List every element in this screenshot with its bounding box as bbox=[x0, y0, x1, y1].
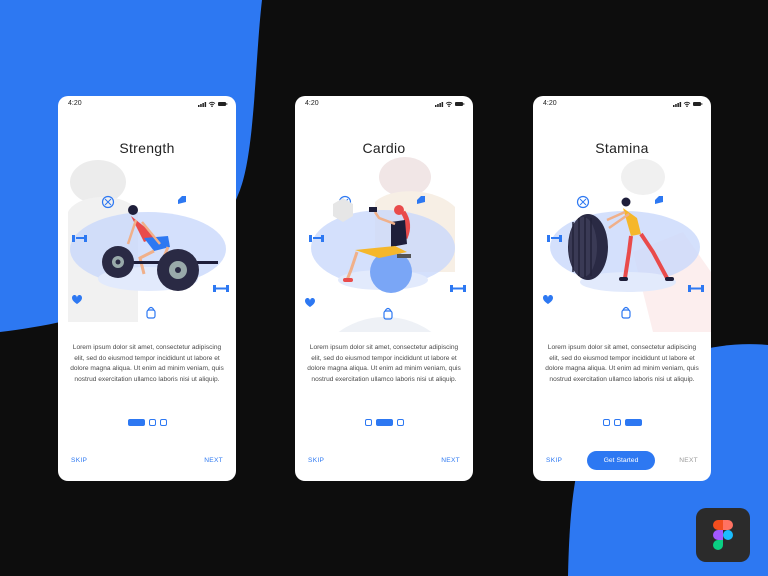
battery-icon bbox=[693, 102, 703, 106]
onboarding-screen-strength: 4:20 Strength Lorem ipsum dolor sit amet… bbox=[58, 96, 236, 481]
figma-logo-badge bbox=[696, 508, 750, 562]
get-started-button[interactable]: Get Started bbox=[587, 451, 655, 470]
page-dot-3[interactable] bbox=[624, 418, 642, 426]
page-dot-1[interactable] bbox=[602, 418, 610, 426]
page-dot-2[interactable] bbox=[148, 418, 156, 426]
heart-icon bbox=[543, 295, 553, 304]
next-button[interactable]: NEXT bbox=[679, 457, 698, 464]
signal-icon bbox=[673, 102, 682, 107]
page-dot-1[interactable] bbox=[364, 418, 372, 426]
dumbbell-icon bbox=[213, 285, 229, 292]
battery-icon bbox=[218, 102, 228, 106]
battery-icon bbox=[455, 102, 465, 106]
screen-description: Lorem ipsum dolor sit amet, consectetur … bbox=[545, 344, 699, 383]
status-bar: 4:20 bbox=[295, 96, 473, 112]
page-dot-3[interactable] bbox=[159, 418, 167, 426]
page-indicator bbox=[533, 417, 711, 427]
status-bar: 4:20 bbox=[533, 96, 711, 112]
status-bar: 4:20 bbox=[58, 96, 236, 112]
stamina-illustration bbox=[543, 159, 711, 332]
status-time: 4:20 bbox=[68, 100, 82, 107]
dumbbell-icon bbox=[450, 285, 466, 292]
skip-button[interactable]: SKIP bbox=[308, 457, 324, 464]
onboarding-screen-stamina: 4:20 Stamina Lorem ipsum dolor sit amet,… bbox=[533, 96, 711, 481]
bicep-icon bbox=[178, 196, 186, 204]
status-time: 4:20 bbox=[543, 100, 557, 107]
next-button[interactable]: NEXT bbox=[204, 457, 223, 464]
heart-icon bbox=[305, 298, 315, 307]
signal-icon bbox=[435, 102, 444, 107]
next-button[interactable]: NEXT bbox=[441, 457, 460, 464]
skip-button[interactable]: SKIP bbox=[546, 457, 562, 464]
signal-icon bbox=[198, 102, 207, 107]
status-time: 4:20 bbox=[305, 100, 319, 107]
status-icons bbox=[198, 101, 228, 107]
page-dot-3[interactable] bbox=[396, 418, 404, 426]
status-icons bbox=[435, 101, 465, 107]
strength-illustration bbox=[68, 160, 229, 322]
wifi-icon bbox=[445, 101, 453, 107]
bicep-icon bbox=[655, 196, 663, 204]
page-indicator bbox=[295, 417, 473, 427]
cardio-illustration bbox=[305, 157, 466, 332]
skip-button[interactable]: SKIP bbox=[71, 457, 87, 464]
status-icons bbox=[673, 101, 703, 107]
kettlebell-icon bbox=[621, 306, 631, 319]
page-dot-2[interactable] bbox=[613, 418, 621, 426]
figma-logo-icon bbox=[713, 520, 733, 550]
wifi-icon bbox=[208, 101, 216, 107]
kettlebell-icon bbox=[146, 306, 156, 319]
weight-plate-icon bbox=[576, 195, 590, 209]
onboarding-screen-cardio: 4:20 Cardio Lorem ipsum dolor sit amet, … bbox=[295, 96, 473, 481]
page-dot-1[interactable] bbox=[127, 418, 145, 426]
page-indicator bbox=[58, 417, 236, 427]
screen-description: Lorem ipsum dolor sit amet, consectetur … bbox=[70, 344, 224, 383]
wifi-icon bbox=[683, 101, 691, 107]
screen-description: Lorem ipsum dolor sit amet, consectetur … bbox=[307, 344, 461, 383]
page-dot-2[interactable] bbox=[375, 418, 393, 426]
